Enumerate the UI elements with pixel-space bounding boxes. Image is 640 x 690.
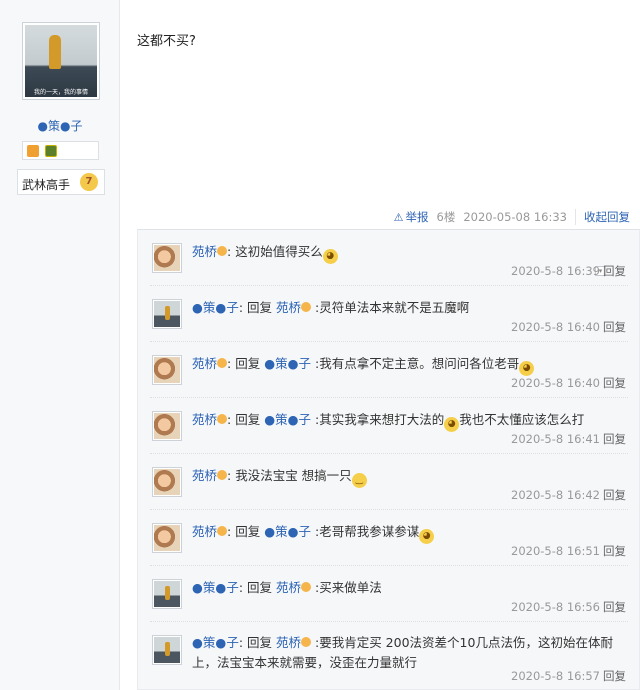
reply-user-link[interactable]: 苑桥: [192, 244, 217, 259]
user-tag-icon: [301, 637, 312, 647]
post-content: 这都不买?: [137, 34, 196, 49]
reply-item: 苑桥 : 回复 ●策●子 :我有点拿不定主意。想问问各位老哥 ◕ 2020-5-8 …: [150, 342, 628, 398]
reply-target-link[interactable]: 苑桥: [276, 300, 301, 315]
reply-text: :老哥帮我参谋参谋: [311, 524, 420, 539]
reply-target-link[interactable]: ●策●子: [264, 412, 311, 427]
rank-box: 武林高手 7: [17, 169, 105, 195]
reply-target-link[interactable]: ●策●子: [264, 524, 311, 539]
reply-item: ●策●子: 回复 苑桥 :要我肯定买 200法资差个10几点法伤，这初始在体耐上…: [150, 622, 628, 690]
achievement-badge-icon[interactable]: [45, 145, 57, 157]
grin-emoji-icon: ◕: [519, 361, 535, 376]
author-avatar[interactable]: 我的一天，我的事情: [22, 22, 100, 100]
reply-prefix: : 回复: [227, 356, 265, 371]
reply-item: 苑桥 : 回复 ●策●子 :老哥帮我参谋参谋 ◕ 2020-5-8 16:51 回复: [150, 510, 628, 566]
reply-button[interactable]: 回复: [603, 320, 626, 334]
post-meta: ⚠ 举报 6楼 2020-05-08 16:33 收起回复: [394, 209, 630, 225]
reply-date: 2020-5-8 16:40: [511, 376, 600, 390]
reply-avatar[interactable]: [152, 523, 182, 553]
reply-user-link[interactable]: ●策●子: [192, 635, 239, 650]
reply-text: :买来做单法: [311, 580, 382, 595]
rank-level-icon: 7: [80, 173, 98, 191]
rank-title: 武林高手: [22, 178, 71, 192]
grin-emoji-icon: ◕: [444, 417, 460, 432]
reply-text: :灵符单法本来就不是五魔啊: [311, 300, 470, 315]
reply-button[interactable]: 回复: [603, 376, 626, 390]
user-tag-icon: [217, 414, 228, 424]
reply-button[interactable]: 回复: [603, 544, 626, 558]
badge-list: [22, 141, 99, 160]
reply-item: 苑桥 : 回复 ●策●子 :其实我拿来想打大法的 ◕ 我也不太懂应该怎么打 2020-…: [150, 398, 628, 454]
reply-user-link[interactable]: 苑桥: [192, 412, 217, 427]
reply-avatar[interactable]: [152, 355, 182, 385]
reply-prefix: : 回复: [227, 524, 265, 539]
reply-text: :其实我拿来想打大法的: [311, 412, 445, 427]
reply-prefix: : 回复: [227, 412, 265, 427]
reply-date: 2020-5-8 16:39: [511, 264, 600, 278]
reply-date: 2020-5-8 16:56: [511, 600, 600, 614]
reply-prefix: : 回复: [238, 300, 276, 315]
reply-text-continued: 我也不太懂应该怎么打: [459, 412, 585, 427]
reply-button[interactable]: 回复: [603, 432, 626, 446]
game-badge-icon[interactable]: [27, 145, 39, 157]
reply-avatar[interactable]: [152, 635, 182, 665]
floor-number: 6楼: [436, 210, 456, 224]
reply-target-link[interactable]: 苑桥: [276, 635, 301, 650]
reply-date: 2020-5-8 16:57: [511, 669, 600, 683]
user-tag-icon: [217, 358, 228, 368]
reply-date: 2020-5-8 16:41: [511, 432, 600, 446]
avatar-image: 我的一天，我的事情: [25, 25, 97, 97]
avatar-caption: 我的一天，我的事情: [33, 89, 88, 96]
grin-emoji-icon: ◕: [419, 529, 435, 544]
reply-button[interactable]: 回复: [603, 600, 626, 614]
reply-date: 2020-5-8 16:42: [511, 488, 600, 502]
grin-emoji-icon: ◕: [322, 249, 338, 264]
reply-date: 2020-5-8 16:40: [511, 320, 600, 334]
author-sidebar: 我的一天，我的事情 ●策●子 武林高手 7: [0, 0, 120, 690]
user-tag-icon: [301, 302, 312, 312]
reply-avatar[interactable]: [152, 467, 182, 497]
reply-text: 这初始值得买么: [231, 244, 323, 259]
user-tag-icon: [301, 582, 312, 592]
reply-item: 苑桥: 这初始值得买么 ◕ ▾ 2020-5-8 16:39 回复: [150, 230, 628, 286]
collapse-replies-button[interactable]: 收起回复: [575, 209, 630, 225]
reply-user-link[interactable]: ●策●子: [192, 580, 239, 595]
reply-prefix: : 回复: [238, 635, 276, 650]
reply-text: :我有点拿不定主意。想问问各位老哥: [311, 356, 520, 371]
reply-item: ●策●子: 回复 苑桥 :灵符单法本来就不是五魔啊 2020-5-8 16:40…: [150, 286, 628, 342]
reply-target-link[interactable]: 苑桥: [276, 580, 301, 595]
reply-user-link[interactable]: ●策●子: [192, 300, 239, 315]
reply-avatar[interactable]: [152, 299, 182, 329]
user-tag-icon: [217, 246, 228, 256]
reply-date: 2020-5-8 16:51: [511, 544, 600, 558]
reply-button[interactable]: 回复: [603, 264, 626, 278]
user-tag-icon: [217, 526, 228, 536]
author-name-link[interactable]: ●策●子: [0, 117, 120, 134]
reply-avatar[interactable]: [152, 243, 182, 273]
reply-prefix: : 回复: [238, 580, 276, 595]
sweat-emoji-icon: ‿: [351, 473, 367, 488]
reply-user-link[interactable]: 苑桥: [192, 356, 217, 371]
reply-text: 我没法宝宝 想搞一只: [231, 468, 352, 483]
reply-button[interactable]: 回复: [603, 488, 626, 502]
reply-target-link[interactable]: ●策●子: [264, 356, 311, 371]
reply-panel: 苑桥: 这初始值得买么 ◕ ▾ 2020-5-8 16:39 回复 ●策●子: 回复…: [137, 229, 640, 690]
reply-item: ●策●子: 回复 苑桥 :买来做单法 2020-5-8 16:56 回复: [150, 566, 628, 622]
report-label: 举报: [405, 210, 429, 224]
reply-avatar[interactable]: [152, 411, 182, 441]
warning-icon: ⚠: [393, 210, 404, 224]
reply-avatar[interactable]: [152, 579, 182, 609]
post-datetime: 2020-05-08 16:33: [463, 210, 567, 224]
reply-button[interactable]: 回复: [603, 669, 626, 683]
reply-user-link[interactable]: 苑桥: [192, 524, 217, 539]
reply-user-link[interactable]: 苑桥: [192, 468, 217, 483]
reply-item: 苑桥: 我没法宝宝 想搞一只 ‿ 2020-5-8 16:42 回复: [150, 454, 628, 510]
user-tag-icon: [217, 470, 228, 480]
report-link[interactable]: ⚠ 举报: [394, 209, 429, 225]
